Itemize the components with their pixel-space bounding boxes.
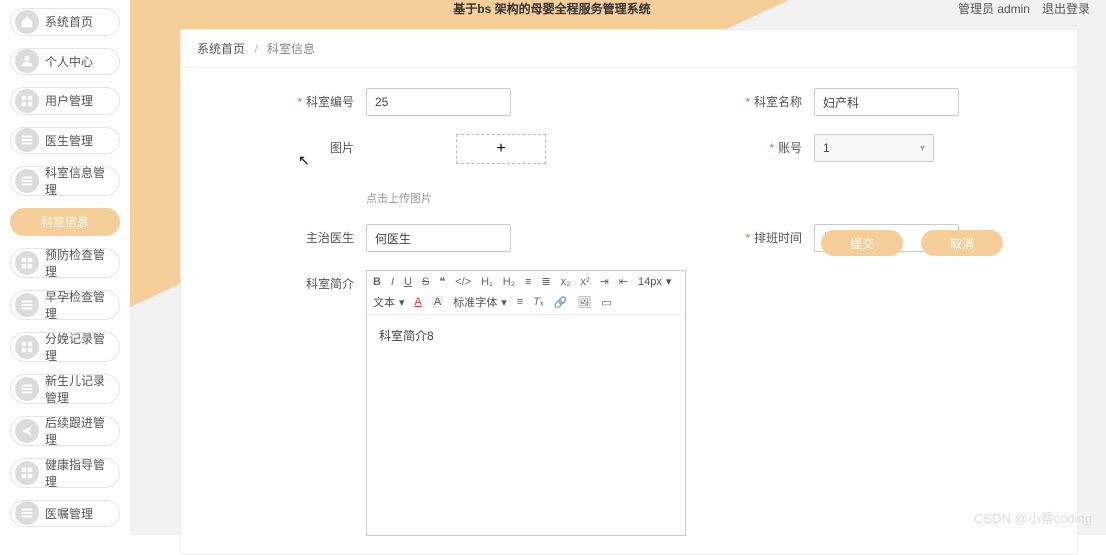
dept-name-label: 科室名称 [629, 88, 814, 116]
upload-hint: 点击上传图片 [366, 190, 629, 206]
sidebar-item-prevention[interactable]: 预防检查管理 [10, 248, 120, 278]
sidebar-item-early-preg[interactable]: 早孕检查管理 [10, 290, 120, 320]
clear-icon[interactable]: Tₓ [533, 296, 543, 308]
ul-icon[interactable]: ≣ [541, 275, 550, 288]
crumb-sep: / [254, 42, 257, 56]
logout-link[interactable]: 退出登录 [1042, 0, 1090, 17]
subscript-icon[interactable]: x₂ [561, 276, 571, 288]
sidebar-item-label: 科室信息管理 [45, 164, 115, 198]
list-icon [15, 128, 39, 152]
dept-no-input[interactable] [366, 88, 511, 116]
sidebar-item-label: 个人中心 [45, 53, 93, 70]
schedule-label: 排班时间 [629, 224, 814, 252]
doctor-input[interactable] [366, 224, 511, 252]
grid-icon [15, 335, 39, 359]
h1-icon[interactable]: H₁ [481, 276, 493, 288]
list-icon [15, 501, 39, 525]
video-icon[interactable]: ▭ [601, 296, 611, 309]
image-icon[interactable]: 🖼 [577, 296, 591, 309]
sidebar: 系统首页 个人中心 用户管理 医生管理 科室信息管理 科室信息 预防检查管理 早… [0, 0, 130, 535]
crumb-current: 科室信息 [267, 42, 315, 56]
grid-icon [15, 251, 39, 275]
sidebar-item-label: 早孕检查管理 [45, 288, 115, 322]
image-label: 图片 [181, 134, 366, 162]
dept-name-input[interactable] [814, 88, 959, 116]
align-icon[interactable]: ≡ [517, 296, 523, 308]
sidebar-item-doctors[interactable]: 医生管理 [10, 127, 120, 155]
topbar: 基于bs 架构的母婴全程服务管理系统 管理员 admin 退出登录 [130, 0, 1106, 17]
indent-icon[interactable]: ⇥ [600, 275, 609, 288]
breadcrumb: 系统首页 / 科室信息 [181, 30, 1077, 68]
color-icon[interactable]: A [415, 296, 422, 308]
paragraph-select[interactable]: 文本▾ [373, 294, 405, 310]
chevron-down-icon: ▾ [666, 275, 672, 288]
nav-icon [15, 419, 39, 443]
app-title: 基于bs 架构的母婴全程服务管理系统 [146, 0, 958, 17]
rich-editor: B I U S ❝ </> H₁ H₂ ≡ ≣ [366, 270, 686, 536]
sidebar-item-dept-info[interactable]: 科室信息 [10, 208, 120, 236]
italic-icon[interactable]: I [391, 276, 394, 288]
sidebar-item-users[interactable]: 用户管理 [10, 87, 120, 115]
bold-icon[interactable]: B [373, 276, 381, 288]
superscript-icon[interactable]: x² [580, 276, 589, 288]
list-icon [15, 377, 39, 401]
account-label: 账号 [629, 134, 814, 162]
sidebar-item-dept-mgmt[interactable]: 科室信息管理 [10, 166, 120, 196]
sidebar-item-label: 后续跟进管理 [45, 414, 115, 448]
strike-icon[interactable]: S [422, 276, 429, 288]
quote-icon[interactable]: ❝ [439, 275, 445, 288]
outdent-icon[interactable]: ⇤ [619, 275, 628, 288]
code-icon[interactable]: </> [455, 276, 471, 288]
list-icon [15, 293, 39, 317]
underline-icon[interactable]: U [404, 276, 412, 288]
watermark: CSDN @小蔡coding [974, 508, 1092, 527]
sidebar-item-label: 健康指导管理 [45, 456, 115, 490]
font-select[interactable]: 标准字体▾ [453, 294, 507, 310]
sidebar-item-newborn[interactable]: 新生儿记录管理 [10, 374, 120, 404]
account-select[interactable]: 1 ▾ [814, 134, 934, 162]
sidebar-item-label: 系统首页 [45, 13, 93, 30]
sidebar-item-label: 分娩记录管理 [45, 330, 115, 364]
chevron-down-icon: ▾ [920, 143, 925, 154]
sidebar-item-delivery[interactable]: 分娩记录管理 [10, 332, 120, 362]
sidebar-item-label: 医生管理 [45, 132, 93, 149]
fontsize-select[interactable]: 14px▾ [638, 275, 671, 288]
sidebar-item-label: 医嘱管理 [45, 505, 93, 522]
editor-body[interactable]: 科室简介8 [367, 315, 685, 535]
crumb-home[interactable]: 系统首页 [197, 42, 245, 56]
doctor-label: 主治医生 [181, 224, 366, 252]
plus-icon: + [496, 140, 505, 158]
dept-no-label: 科室编号 [181, 88, 366, 116]
sidebar-item-profile[interactable]: 个人中心 [10, 48, 120, 76]
sidebar-item-followup[interactable]: 后续跟进管理 [10, 416, 120, 446]
submit-button[interactable]: 提交 [821, 230, 903, 256]
grid-icon [15, 461, 39, 485]
chevron-down-icon: ▾ [501, 296, 507, 309]
cancel-button[interactable]: 取消 [921, 230, 1003, 256]
ol-icon[interactable]: ≡ [525, 276, 531, 288]
sidebar-item-label: 预防检查管理 [45, 246, 115, 280]
chevron-down-icon: ▾ [399, 296, 405, 309]
home-icon [15, 10, 39, 34]
intro-label: 科室简介 [181, 270, 366, 298]
topbar-user: 管理员 admin [958, 0, 1030, 17]
sidebar-item-home[interactable]: 系统首页 [10, 8, 120, 36]
sidebar-item-label: 科室信息 [41, 213, 89, 230]
content-card: 系统首页 / 科室信息 科室编号 科室名称 图片 [180, 29, 1078, 555]
link-icon[interactable]: 🔗 [554, 296, 568, 309]
sidebar-item-prescription[interactable]: 医嘱管理 [10, 500, 120, 528]
grid-icon [15, 89, 39, 113]
h2-icon[interactable]: H₂ [503, 276, 515, 288]
sidebar-item-health[interactable]: 健康指导管理 [10, 458, 120, 488]
sidebar-item-label: 新生儿记录管理 [45, 372, 115, 406]
editor-toolbar: B I U S ❝ </> H₁ H₂ ≡ ≣ [367, 271, 685, 315]
account-value: 1 [823, 141, 830, 155]
list-icon [15, 169, 39, 193]
user-icon [15, 49, 39, 73]
image-upload-button[interactable]: + [456, 134, 546, 164]
bgcolor-icon[interactable]: A [432, 296, 443, 308]
sidebar-item-label: 用户管理 [45, 92, 93, 109]
